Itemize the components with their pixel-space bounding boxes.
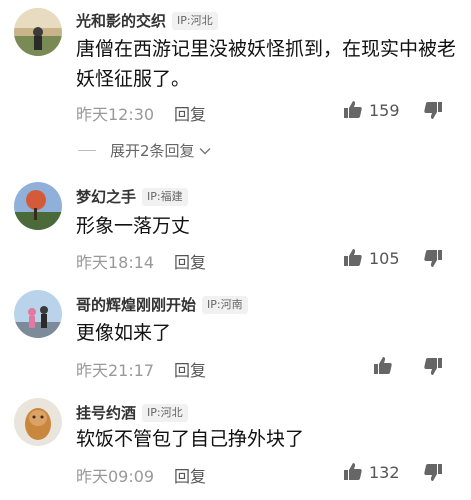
ip-badge: IP:河北 [172, 11, 218, 30]
username-text[interactable]: 哥的辉煌刚刚开始 [76, 294, 196, 315]
reply-button[interactable]: 回复 [174, 463, 206, 487]
expand-replies-label: 展开2条回复 [110, 142, 195, 160]
username-text[interactable]: 光和影的交织 [76, 10, 166, 31]
thumbs-down-icon[interactable] [423, 248, 443, 268]
ip-badge: IP:河北 [142, 403, 188, 422]
divider-line [78, 150, 96, 151]
thumbs-up-icon [374, 357, 392, 374]
comment-text: 形象一落万丈 [76, 215, 191, 237]
like-count: 105 [369, 248, 400, 268]
thumbs-up-icon [344, 101, 362, 118]
like-button[interactable]: 132 [343, 462, 400, 482]
like-count: 132 [369, 462, 400, 482]
comment-text: 更像如来了 [76, 322, 172, 344]
username[interactable]: 挂号约酒 IP:河北 [76, 402, 188, 423]
username-text[interactable]: 挂号约酒 [76, 402, 136, 423]
reply-button[interactable]: 回复 [174, 101, 206, 125]
thumbs-down-icon[interactable] [423, 462, 443, 482]
thumbs-up-icon [344, 463, 362, 480]
like-count: 159 [369, 100, 400, 120]
username[interactable]: 梦幻之手 IP:福建 [76, 186, 188, 207]
like-button[interactable]: 159 [343, 100, 400, 120]
like-button[interactable]: 105 [343, 248, 400, 268]
avatar[interactable] [14, 182, 62, 230]
avatar[interactable] [14, 8, 62, 56]
comment-time: 昨天09:09 [76, 467, 155, 486]
thumbs-up-icon [344, 249, 362, 266]
username-text[interactable]: 梦幻之手 [76, 186, 136, 207]
ip-badge: IP:河南 [202, 295, 248, 314]
ip-badge: IP:福建 [142, 187, 188, 206]
chevron-down-icon [199, 147, 211, 154]
thumbs-down-icon[interactable] [423, 100, 443, 120]
reply-button[interactable]: 回复 [174, 357, 206, 381]
username[interactable]: 光和影的交织 IP:河北 [76, 10, 218, 31]
comment-time: 昨天18:14 [76, 253, 155, 272]
expand-replies-button[interactable]: 展开2条回复 [78, 140, 211, 161]
avatar[interactable] [14, 290, 62, 338]
comment-time: 昨天12:30 [76, 105, 155, 124]
reply-button[interactable]: 回复 [174, 249, 206, 273]
comment-text: 软饭不管包了自己挣外块了 [76, 428, 305, 450]
thumbs-down-icon[interactable] [423, 356, 443, 376]
like-button[interactable] [373, 356, 399, 376]
username[interactable]: 哥的辉煌刚刚开始 IP:河南 [76, 294, 248, 315]
comment-text: 唐僧在西游记里没被妖怪抓到，在现实中被老妖怪征服了。 [76, 38, 457, 90]
avatar[interactable] [14, 398, 62, 446]
comment-time: 昨天21:17 [76, 361, 155, 380]
